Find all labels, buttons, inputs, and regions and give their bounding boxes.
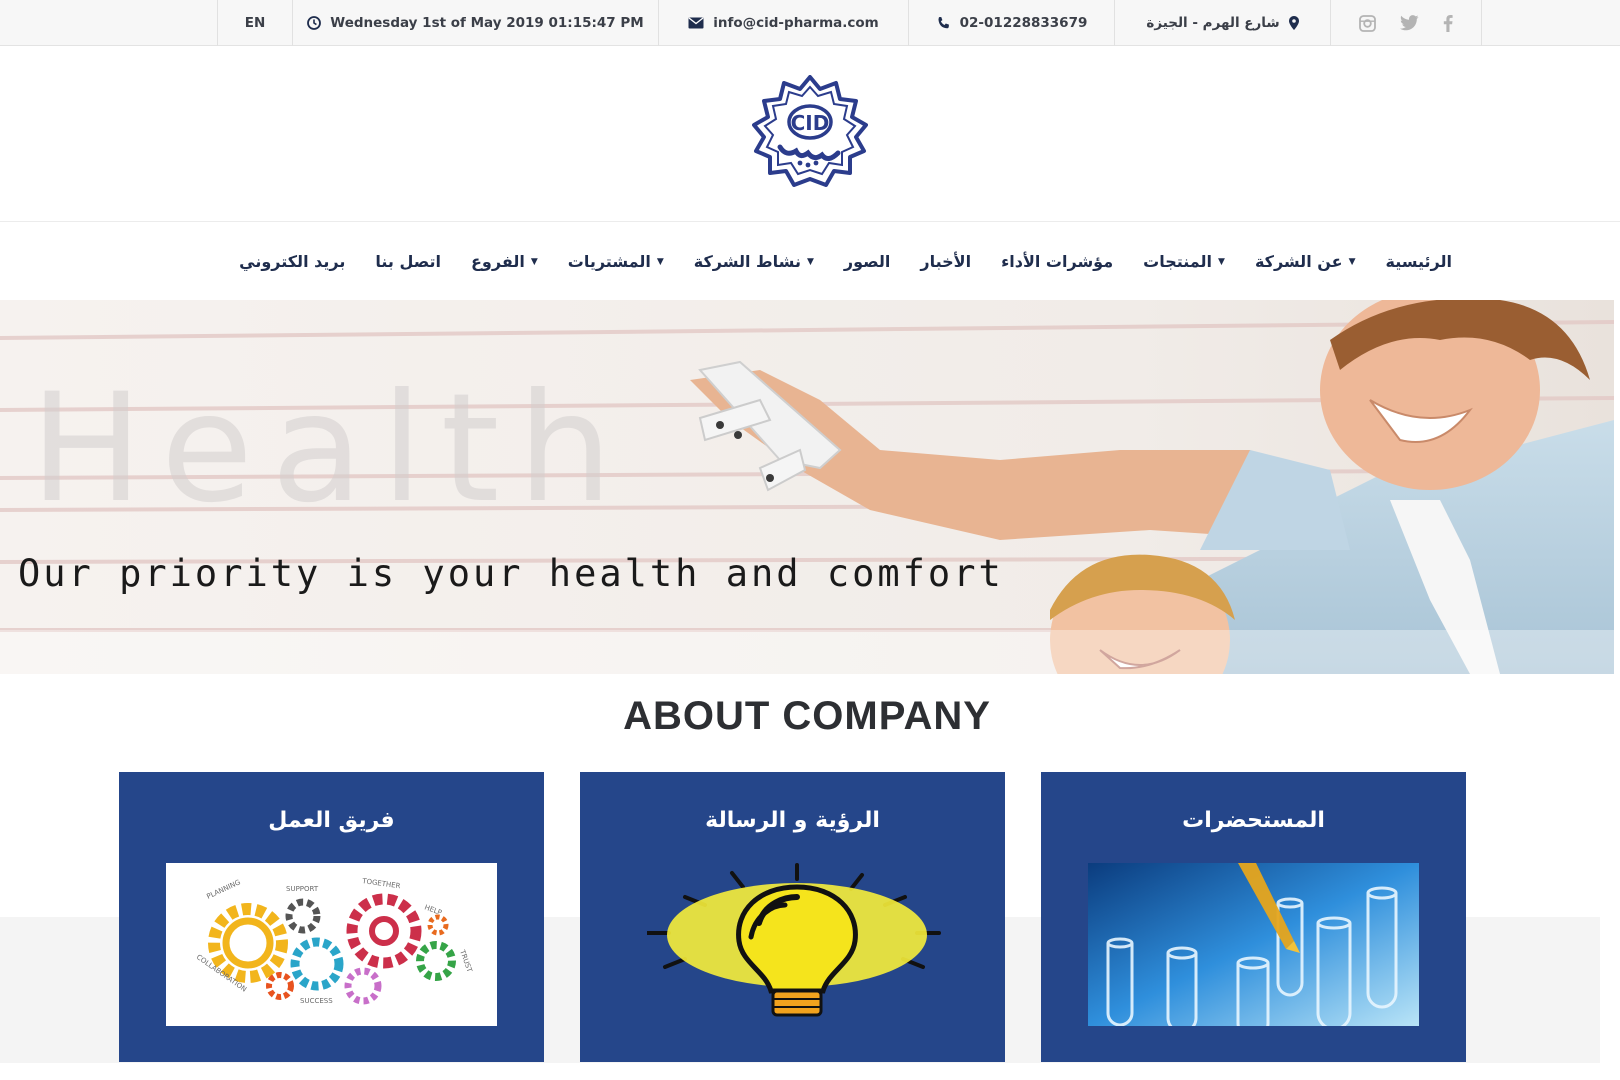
nav-item-7[interactable]: نشاط الشركة ▼ <box>694 252 814 271</box>
nav-item-label[interactable]: مؤشرات الأداء <box>1001 252 1113 271</box>
svg-text:HELP: HELP <box>423 903 442 917</box>
gear-icon <box>208 903 288 983</box>
nav-item-8[interactable]: المشتريات ▼ <box>568 252 664 271</box>
address: شارع الهرم - الجيزة <box>1114 0 1330 46</box>
nav-list: الرئيسية عن الشركة ▼ المنتجات ▼ مؤشرات الأداء… <box>239 223 1452 300</box>
language-label[interactable]: EN <box>245 15 266 31</box>
light-bulb-image[interactable] <box>647 863 942 1026</box>
main-nav: الرئيسية عن الشركة ▼ المنتجات ▼ مؤشرات الأداء… <box>0 223 1620 300</box>
logo-header: CID <box>0 46 1620 222</box>
hero-banner: Health Our priority is your health and c… <box>0 300 1614 674</box>
top-bar: EN Wednesday 1st of May 2019 01:15:47 PM… <box>0 0 1620 46</box>
nav-item-1[interactable]: الرئيسية <box>1386 252 1453 271</box>
email-link[interactable]: info@cid-pharma.com <box>658 0 908 46</box>
banner-caption: Our priority is your health and comfort <box>18 552 1004 595</box>
instagram-icon[interactable] <box>1359 14 1376 32</box>
twitter-icon[interactable] <box>1400 15 1419 31</box>
logo-text: CID <box>791 111 830 135</box>
language-switch[interactable]: EN <box>217 0 292 46</box>
card-products-title[interactable]: المستحضرات <box>1041 808 1466 833</box>
svg-text:TOGETHER: TOGETHER <box>361 877 401 890</box>
nav-item-label[interactable]: الفروع <box>471 252 525 271</box>
envelope-icon <box>688 17 704 29</box>
facebook-icon[interactable] <box>1443 14 1453 32</box>
caret-down-icon[interactable]: ▼ <box>657 257 664 267</box>
card-vision[interactable]: الرؤية و الرسالة <box>580 772 1005 1062</box>
datetime: Wednesday 1st of May 2019 01:15:47 PM <box>292 0 658 46</box>
nav-item-11[interactable]: بريد الكتروني <box>239 252 345 271</box>
nav-item-6[interactable]: الصور <box>844 252 891 271</box>
email-text[interactable]: info@cid-pharma.com <box>713 15 878 31</box>
nav-item-5[interactable]: الأخبار <box>920 252 971 271</box>
caret-down-icon[interactable]: ▼ <box>531 257 538 267</box>
nav-item-2[interactable]: عن الشركة ▼ <box>1255 252 1356 271</box>
datetime-text: Wednesday 1st of May 2019 01:15:47 PM <box>330 15 644 31</box>
address-text: شارع الهرم - الجيزة <box>1146 15 1280 31</box>
nav-item-label[interactable]: اتصل بنا <box>375 252 441 271</box>
nav-item-label[interactable]: الصور <box>844 252 891 271</box>
nav-item-label[interactable]: الرئيسية <box>1386 252 1453 271</box>
nav-item-9[interactable]: الفروع ▼ <box>471 252 538 271</box>
map-marker-icon <box>1288 16 1299 30</box>
nav-item-label[interactable]: المشتريات <box>568 252 651 271</box>
nav-item-label[interactable]: نشاط الشركة <box>694 252 801 271</box>
phone-link[interactable]: 02-01228833679 <box>908 0 1114 46</box>
nav-item-4[interactable]: مؤشرات الأداء <box>1001 252 1113 271</box>
phone-text[interactable]: 02-01228833679 <box>960 15 1088 31</box>
caret-down-icon[interactable]: ▼ <box>1349 257 1356 267</box>
banner-watermark: Health <box>30 362 631 536</box>
caret-down-icon[interactable]: ▼ <box>1218 257 1225 267</box>
about-title: ABOUT COMPANY <box>623 694 991 738</box>
card-vision-title[interactable]: الرؤية و الرسالة <box>580 808 1005 833</box>
svg-text:TRUST: TRUST <box>458 948 474 974</box>
test-tubes-image[interactable] <box>1088 863 1419 1026</box>
svg-text:PLANNING: PLANNING <box>205 878 241 901</box>
card-team-title[interactable]: فريق العمل <box>119 808 544 833</box>
nav-item-label[interactable]: الأخبار <box>920 252 971 271</box>
nav-item-10[interactable]: اتصل بنا <box>375 252 441 271</box>
nav-item-label[interactable]: بريد الكتروني <box>239 252 345 271</box>
phone-icon <box>936 16 951 31</box>
svg-text:SUPPORT: SUPPORT <box>286 885 319 893</box>
nav-item-3[interactable]: المنتجات ▼ <box>1143 252 1225 271</box>
clock-icon <box>307 16 322 30</box>
cid-logo[interactable]: CID <box>752 75 868 191</box>
caret-down-icon[interactable]: ▼ <box>807 257 814 267</box>
nav-item-label[interactable]: المنتجات <box>1143 252 1212 271</box>
teamwork-gears-image[interactable]: PLANNING SUPPORT TOGETHER HELP TRUST COL… <box>166 863 497 1026</box>
card-team[interactable]: فريق العمل PLANNING SUPPORT TOGETHER HEL… <box>119 772 544 1062</box>
nav-item-label[interactable]: عن الشركة <box>1255 252 1343 271</box>
svg-text:SUCCESS: SUCCESS <box>300 997 333 1005</box>
card-products[interactable]: المستحضرات <box>1041 772 1466 1062</box>
social-links <box>1330 0 1482 46</box>
